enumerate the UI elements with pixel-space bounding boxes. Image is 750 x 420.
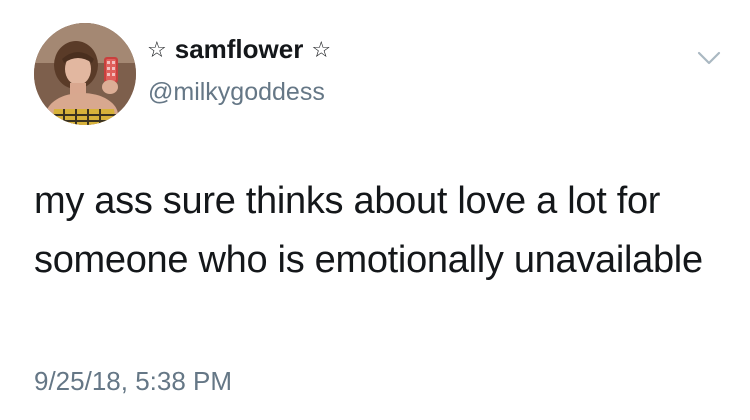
avatar[interactable] [34, 23, 136, 125]
user-handle[interactable]: @milkygoddess [148, 78, 325, 107]
avatar-photo [34, 23, 136, 125]
star-icon: ☆ [311, 36, 332, 62]
display-name-text: samflower [174, 34, 304, 64]
tweet-text: my ass sure thinks about love a lot for … [34, 180, 703, 281]
star-icon: ☆ [147, 36, 167, 62]
tweet-card: ☆ samflower ☆ @milkygoddess my ass sure … [0, 0, 750, 420]
display-name[interactable]: ☆ samflower ☆ [147, 34, 331, 65]
chevron-down-icon[interactable] [696, 48, 722, 68]
tweet-timestamp[interactable]: 9/25/18, 5:38 PM [34, 366, 232, 397]
